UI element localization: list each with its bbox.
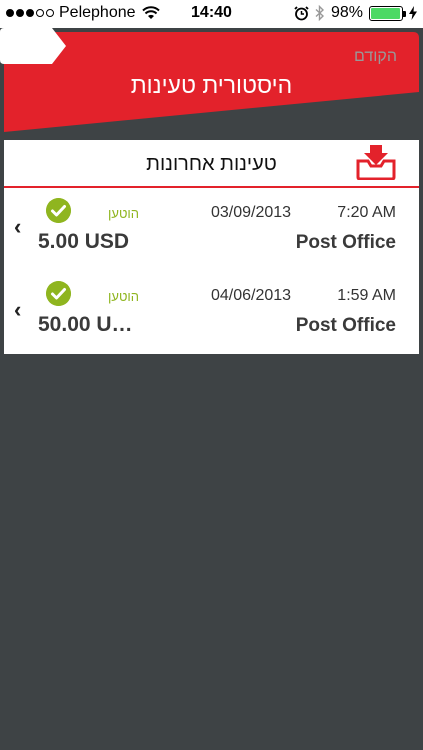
recent-charges-panel: טעינות אחרונות ‹ הוטען 03/09/2013 7:20 A… [4, 140, 419, 354]
alarm-icon [294, 5, 309, 20]
battery-icon [369, 5, 406, 21]
back-button-label[interactable]: הקודם [354, 48, 397, 66]
chevron-left-icon: ‹ [14, 297, 22, 322]
section-header: טעינות אחרונות [4, 140, 419, 188]
charging-icon [409, 6, 417, 20]
transaction-row[interactable]: ‹ הוטען 04/06/2013 1:59 AM 50.00 U… Post… [4, 277, 419, 357]
transaction-date: 04/06/2013 [211, 287, 292, 304]
check-circle-icon [46, 281, 71, 306]
status-label: הוטען [108, 289, 140, 304]
check-circle-icon [46, 198, 71, 223]
bluetooth-icon [315, 5, 324, 21]
transaction-merchant: Post Office [295, 315, 396, 336]
transaction-merchant: Post Office [295, 232, 396, 253]
transaction-row[interactable]: ‹ הוטען 03/09/2013 7:20 AM 5.00 USD Post… [4, 194, 419, 274]
app-header: היסטורית טעינות הקודם [0, 28, 423, 138]
transaction-time: 1:59 AM [337, 287, 396, 304]
chevron-left-icon: ‹ [14, 214, 22, 239]
back-button[interactable] [0, 28, 66, 64]
page-title: היסטורית טעינות [130, 72, 293, 98]
transaction-time: 7:20 AM [337, 204, 396, 221]
status-label: הוטען [108, 206, 140, 221]
transaction-amount: 5.00 USD [38, 230, 130, 253]
download-inbox-icon [356, 145, 396, 180]
transaction-date: 03/09/2013 [211, 204, 292, 221]
status-right: 98% [294, 4, 417, 22]
battery-percent: 98% [330, 4, 363, 21]
transaction-amount: 50.00 U… [38, 313, 133, 336]
status-bar: Pelephone 14:40 98% [0, 0, 423, 28]
battery-fill [371, 7, 401, 19]
